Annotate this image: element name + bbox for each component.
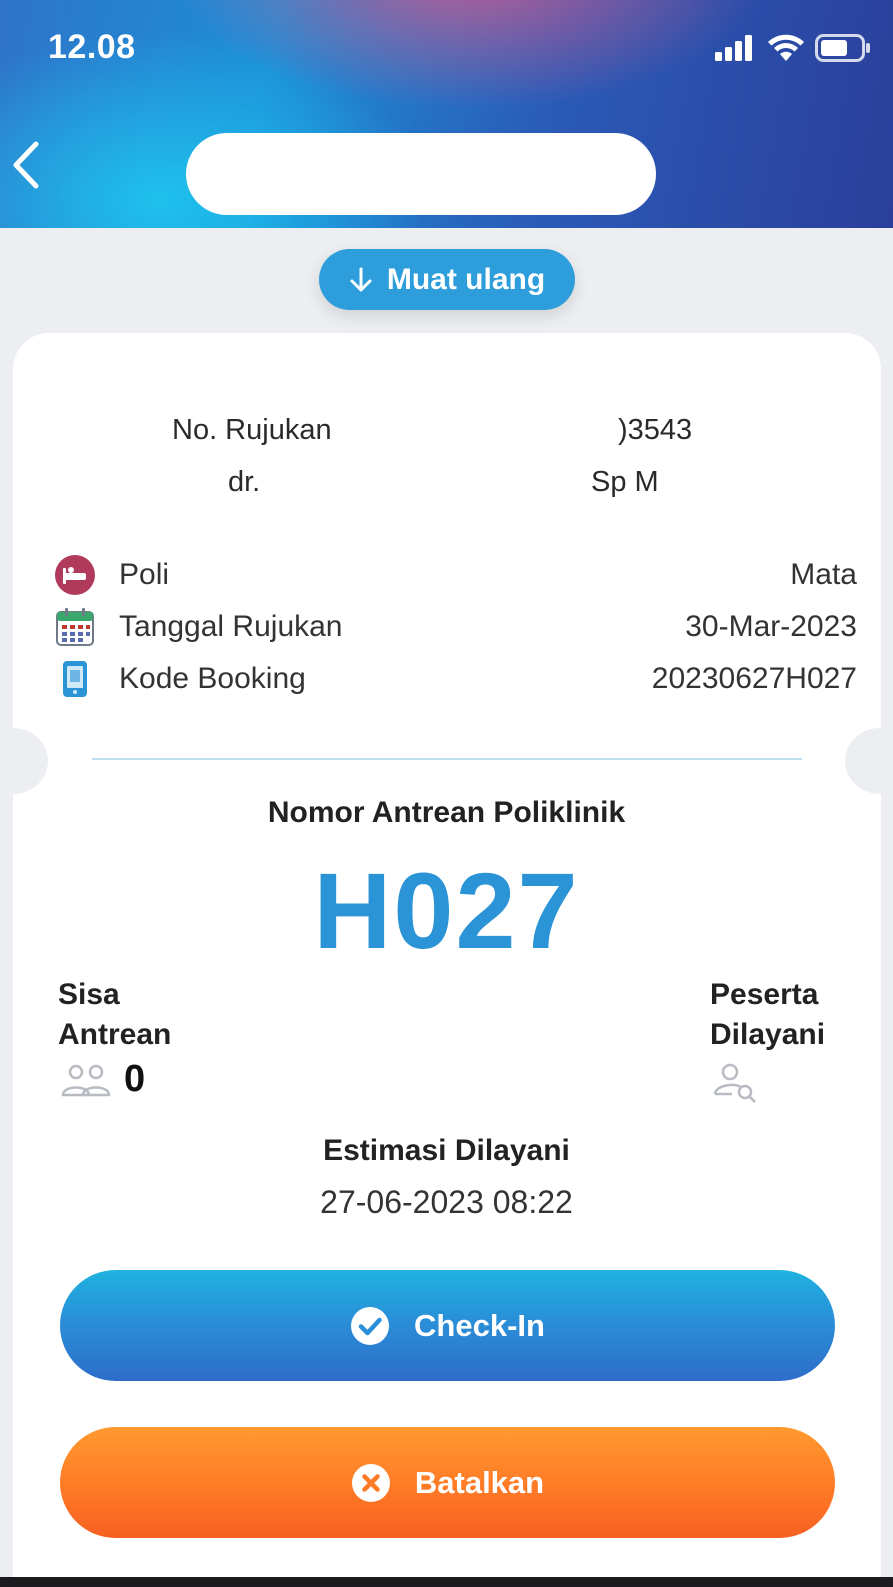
info-row-poli: Poli Mata bbox=[55, 553, 857, 597]
status-time: 12.08 bbox=[48, 28, 136, 66]
hospital-bed-icon bbox=[55, 555, 95, 595]
phone-icon bbox=[63, 661, 87, 697]
signal-icon bbox=[715, 35, 752, 61]
cancel-label: Batalkan bbox=[414, 1464, 545, 1500]
battery-icon bbox=[815, 34, 870, 62]
estimate-title: Estimasi Dilayani bbox=[323, 1134, 570, 1167]
queue-title: Nomor Antrean Poliklinik bbox=[267, 796, 626, 829]
info-row-date: Tanggal Rujukan 30-Mar-2023 bbox=[55, 605, 857, 649]
reload-label: Muat ulang bbox=[386, 262, 546, 296]
referral-number: )3543 bbox=[618, 414, 693, 446]
arrow-down-icon bbox=[350, 267, 372, 291]
calendar-icon bbox=[56, 608, 94, 646]
info-label: Poli bbox=[119, 558, 170, 591]
screen: 12.08 Muat ulang No. Rujukan)3543 dr. S… bbox=[0, 0, 893, 1587]
close-circle-icon bbox=[351, 1463, 390, 1502]
header: 12.08 bbox=[0, 0, 893, 228]
served-label-line2: Dilayani bbox=[710, 1018, 826, 1051]
remaining-label-line2: Antrean bbox=[58, 1018, 172, 1051]
status-icons bbox=[713, 34, 871, 62]
remaining-label-line1: Sisa bbox=[58, 978, 120, 1011]
info-label: Tanggal Rujukan bbox=[119, 610, 343, 643]
queue-number: H027 bbox=[313, 850, 580, 971]
cancel-button[interactable]: Batalkan bbox=[60, 1427, 835, 1538]
served-label: Peserta Dilayani bbox=[710, 975, 825, 1055]
wifi-icon bbox=[768, 34, 804, 61]
bottom-bar bbox=[0, 1577, 893, 1587]
chevron-left-icon bbox=[13, 141, 39, 189]
divider bbox=[92, 758, 802, 760]
check-circle-icon bbox=[351, 1306, 390, 1345]
reload-button[interactable]: Muat ulang bbox=[319, 249, 575, 310]
info-value: Mata bbox=[790, 558, 857, 591]
doctor-prefix: dr. bbox=[228, 466, 261, 498]
estimate-value: 27-06-2023 08:22 bbox=[320, 1184, 573, 1220]
referral-label: No. Rujukan bbox=[172, 414, 332, 446]
doctor-specialty: Sp M bbox=[591, 466, 659, 498]
info-label: Kode Booking bbox=[119, 662, 306, 695]
info-value: 30-Mar-2023 bbox=[685, 610, 857, 643]
info-row-booking: Kode Booking 20230627H027 bbox=[55, 657, 857, 701]
served-label-line1: Peserta bbox=[710, 978, 819, 1011]
checkin-button[interactable]: Check-In bbox=[60, 1270, 835, 1381]
page-title bbox=[186, 133, 656, 215]
checkin-label: Check-In bbox=[414, 1307, 545, 1343]
people-icon bbox=[61, 1064, 111, 1097]
back-button[interactable] bbox=[6, 140, 46, 190]
remaining-count: 0 bbox=[124, 1058, 146, 1100]
remaining-label: Sisa Antrean bbox=[58, 975, 171, 1055]
user-search-icon bbox=[713, 1063, 756, 1103]
info-value: 20230627H027 bbox=[651, 662, 857, 695]
